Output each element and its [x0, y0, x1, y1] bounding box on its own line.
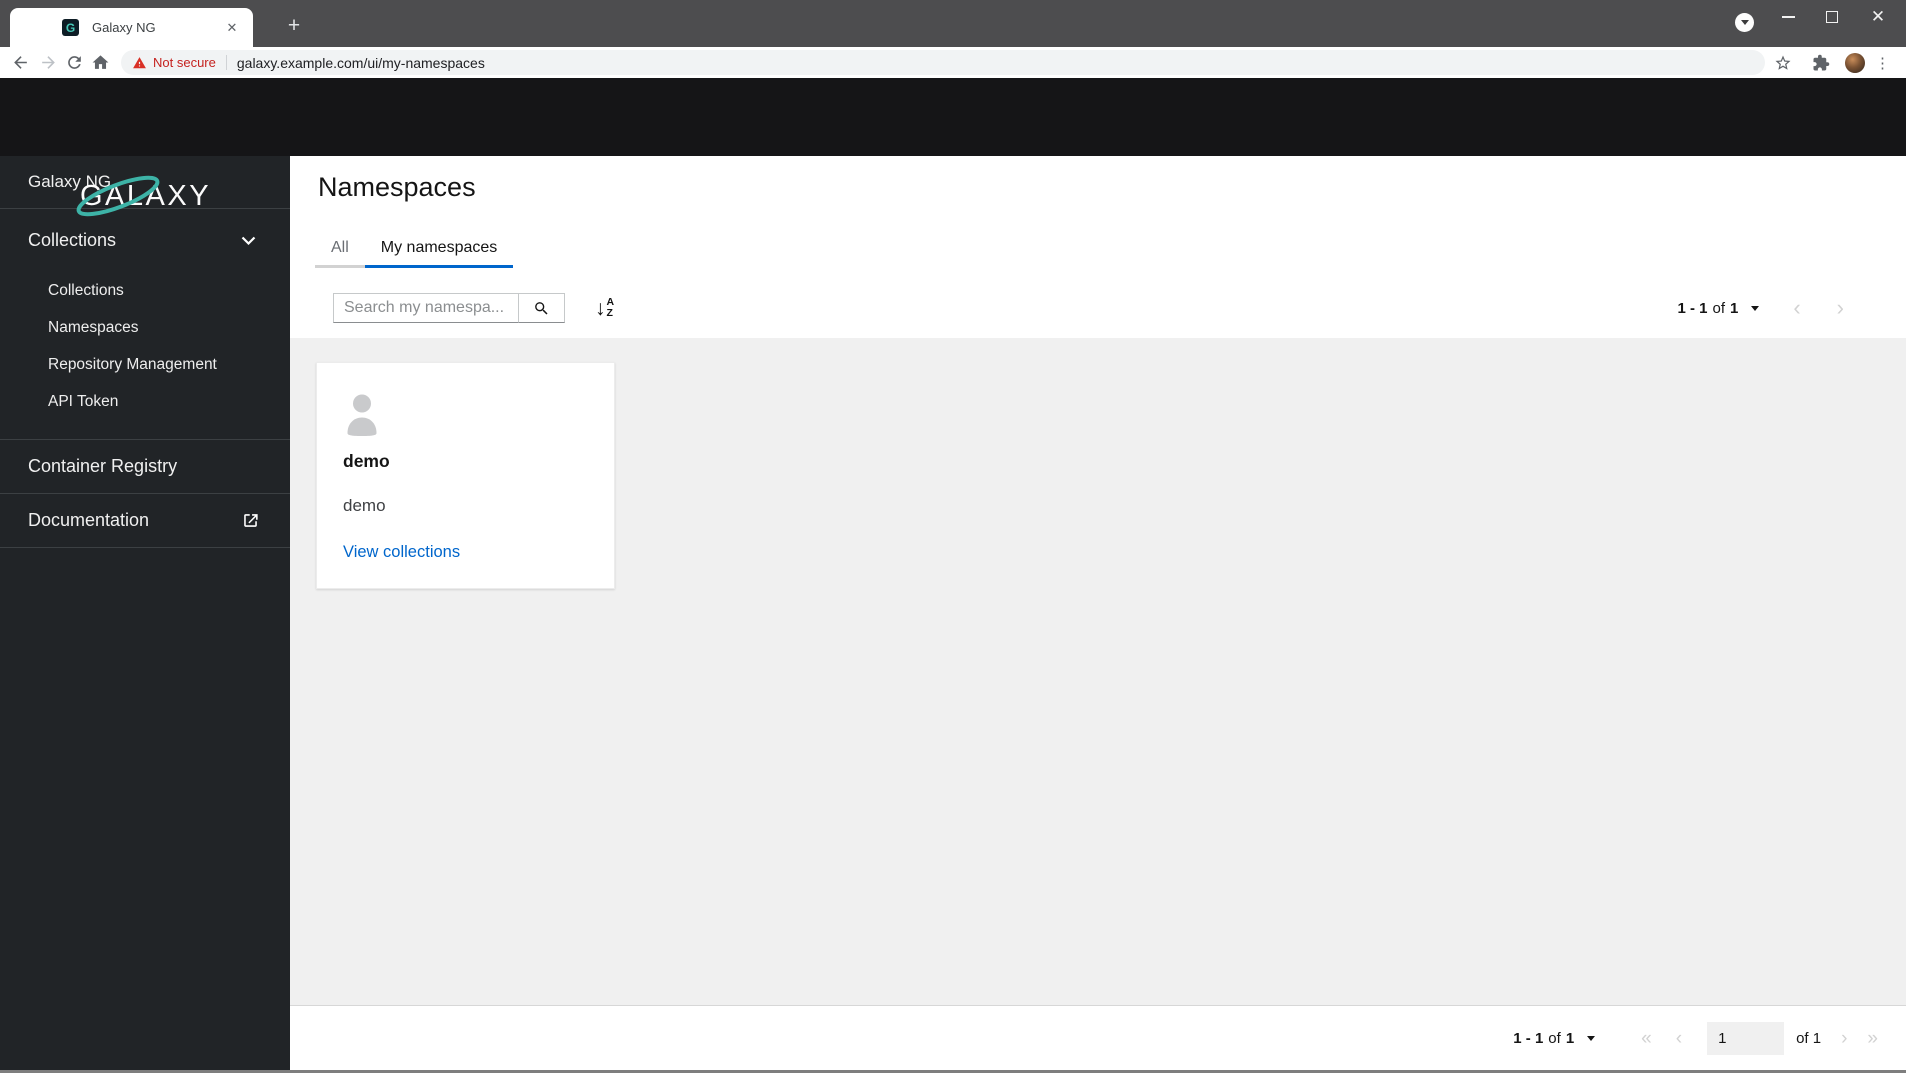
browser-toolbar: Not secure galaxy.example.com/ui/my-name…	[0, 47, 1906, 78]
namespace-avatar-icon	[343, 393, 381, 436]
sidebar-group-label: Collections	[28, 230, 117, 250]
url-text: galaxy.example.com/ui/my-namespaces	[236, 54, 485, 71]
prev-page-button[interactable]: ‹	[1676, 1028, 1682, 1050]
page-header: Namespaces All My namespaces ↓ A Z 1 - 1…	[290, 156, 1906, 338]
current-page-input[interactable]	[1707, 1022, 1785, 1055]
of-label: of	[1796, 1030, 1809, 1047]
address-bar[interactable]: Not secure galaxy.example.com/ui/my-name…	[121, 50, 1765, 75]
sort-letters: A Z	[606, 296, 615, 319]
forward-button[interactable]	[35, 50, 61, 76]
search-icon	[535, 301, 548, 315]
browser-window: G Galaxy NG ✕ + ✕ Not secure galaxy.exam…	[0, 0, 1906, 1073]
total-pages: 1	[1812, 1030, 1822, 1047]
caret-down-icon	[1751, 305, 1760, 311]
new-tab-button[interactable]: +	[280, 12, 308, 40]
browser-profile-avatar[interactable]	[1845, 52, 1865, 73]
browser-menu-icon[interactable]: ⋮	[1875, 54, 1890, 72]
tab-my-namespaces[interactable]: My namespaces	[364, 230, 514, 268]
back-arrow-icon	[13, 56, 27, 69]
galaxy-logo: GALAXY	[76, 174, 212, 218]
sort-button[interactable]: ↓ A Z	[595, 296, 615, 320]
sidebar-item-namespaces[interactable]: Namespaces	[0, 309, 290, 346]
first-page-button[interactable]: «	[1641, 1028, 1652, 1050]
pagination-of-label: of	[1548, 1030, 1561, 1047]
chevron-down-icon	[241, 236, 256, 246]
pagination-menu-toggle[interactable]: 1 - 1 of 1	[1677, 299, 1760, 317]
sidebar-item-container-registry[interactable]: Container Registry	[0, 440, 290, 493]
external-link-icon	[241, 511, 260, 530]
back-button[interactable]	[7, 50, 33, 76]
pagination-total: 1	[1730, 299, 1739, 317]
of-pages-label: of 1	[1796, 1030, 1821, 1047]
last-page-button[interactable]: »	[1867, 1028, 1878, 1050]
sidebar-item-repository-management[interactable]: Repository Management	[0, 346, 290, 383]
caret-down-icon	[1587, 1036, 1596, 1041]
sidebar-nav: Galaxy NG Collections Collections Namesp…	[0, 156, 290, 1073]
window-maximize-button[interactable]	[1812, 0, 1852, 33]
content-area: demo demo View collections	[290, 338, 1906, 1005]
search-input[interactable]	[333, 293, 518, 323]
sidebar-item-api-token[interactable]: API Token	[0, 383, 290, 420]
home-button[interactable]	[87, 50, 113, 76]
window-close-button[interactable]: ✕	[1858, 0, 1898, 33]
pagination-menu-toggle[interactable]: 1 - 1 of 1	[1513, 1030, 1596, 1047]
sidebar-item-documentation[interactable]: Documentation	[0, 494, 290, 547]
sort-alpha-down-icon: ↓	[595, 296, 606, 320]
namespace-tabs: All My namespaces	[315, 230, 514, 268]
tab-all[interactable]: All	[315, 230, 365, 268]
omnibox-divider	[225, 55, 227, 70]
browser-tab[interactable]: G Galaxy NG ✕	[10, 8, 253, 47]
reload-button[interactable]	[61, 50, 87, 76]
browser-tab-strip: G Galaxy NG ✕ + ✕	[0, 0, 1906, 47]
sidebar-item-label: Documentation	[28, 510, 150, 530]
pagination-range: 1 - 1	[1513, 1030, 1544, 1047]
home-icon	[92, 55, 108, 69]
namespace-card: demo demo View collections	[316, 362, 615, 589]
view-collections-link[interactable]: View collections	[343, 543, 460, 562]
pagination-bottom: 1 - 1 of 1 « ‹ of 1 › »	[1513, 1006, 1878, 1071]
not-secure-label[interactable]: Not secure	[153, 55, 216, 70]
next-page-button[interactable]: ›	[1841, 1028, 1847, 1050]
next-page-button[interactable]: ›	[1837, 297, 1844, 319]
chevron-down-icon	[1740, 20, 1749, 25]
pagination-range: 1 - 1	[1677, 299, 1708, 317]
sidebar-item-collections[interactable]: Collections	[0, 272, 290, 309]
tab-close-icon[interactable]: ✕	[223, 19, 241, 37]
namespace-company: demo	[343, 496, 386, 515]
page-title: Namespaces	[318, 172, 476, 202]
app-masthead: GALAXY ? demo	[0, 78, 1906, 217]
tab-favicon-icon: G	[62, 19, 79, 36]
toolbar: ↓ A Z	[333, 293, 614, 323]
pagination-top: 1 - 1 of 1 ‹ ›	[1677, 293, 1844, 323]
galaxy-logo-text: GALAXY	[80, 179, 212, 212]
sort-letter-z: Z	[606, 307, 613, 319]
pagination-of-label: of	[1712, 299, 1725, 317]
sidebar-group-collections[interactable]: Collections	[0, 209, 290, 272]
pagination-total: 1	[1565, 1030, 1575, 1047]
sidebar-divider	[0, 547, 290, 548]
forward-arrow-icon	[41, 56, 55, 69]
warning-triangle-icon	[132, 56, 147, 70]
window-minimize-button[interactable]	[1768, 0, 1808, 33]
pagination-bottom-bar: 1 - 1 of 1 « ‹ of 1 › »	[290, 1005, 1906, 1070]
reload-icon	[67, 56, 81, 69]
prev-page-button[interactable]: ‹	[1793, 297, 1800, 319]
tab-title: Galaxy NG	[92, 20, 156, 35]
sidebar-item-label: Container Registry	[28, 456, 178, 476]
extensions-icon[interactable]	[1809, 51, 1833, 75]
tab-search-button[interactable]	[1735, 13, 1754, 32]
namespace-name: demo	[343, 451, 390, 471]
search-button[interactable]	[518, 293, 565, 323]
bookmark-star-icon[interactable]	[1771, 51, 1795, 75]
